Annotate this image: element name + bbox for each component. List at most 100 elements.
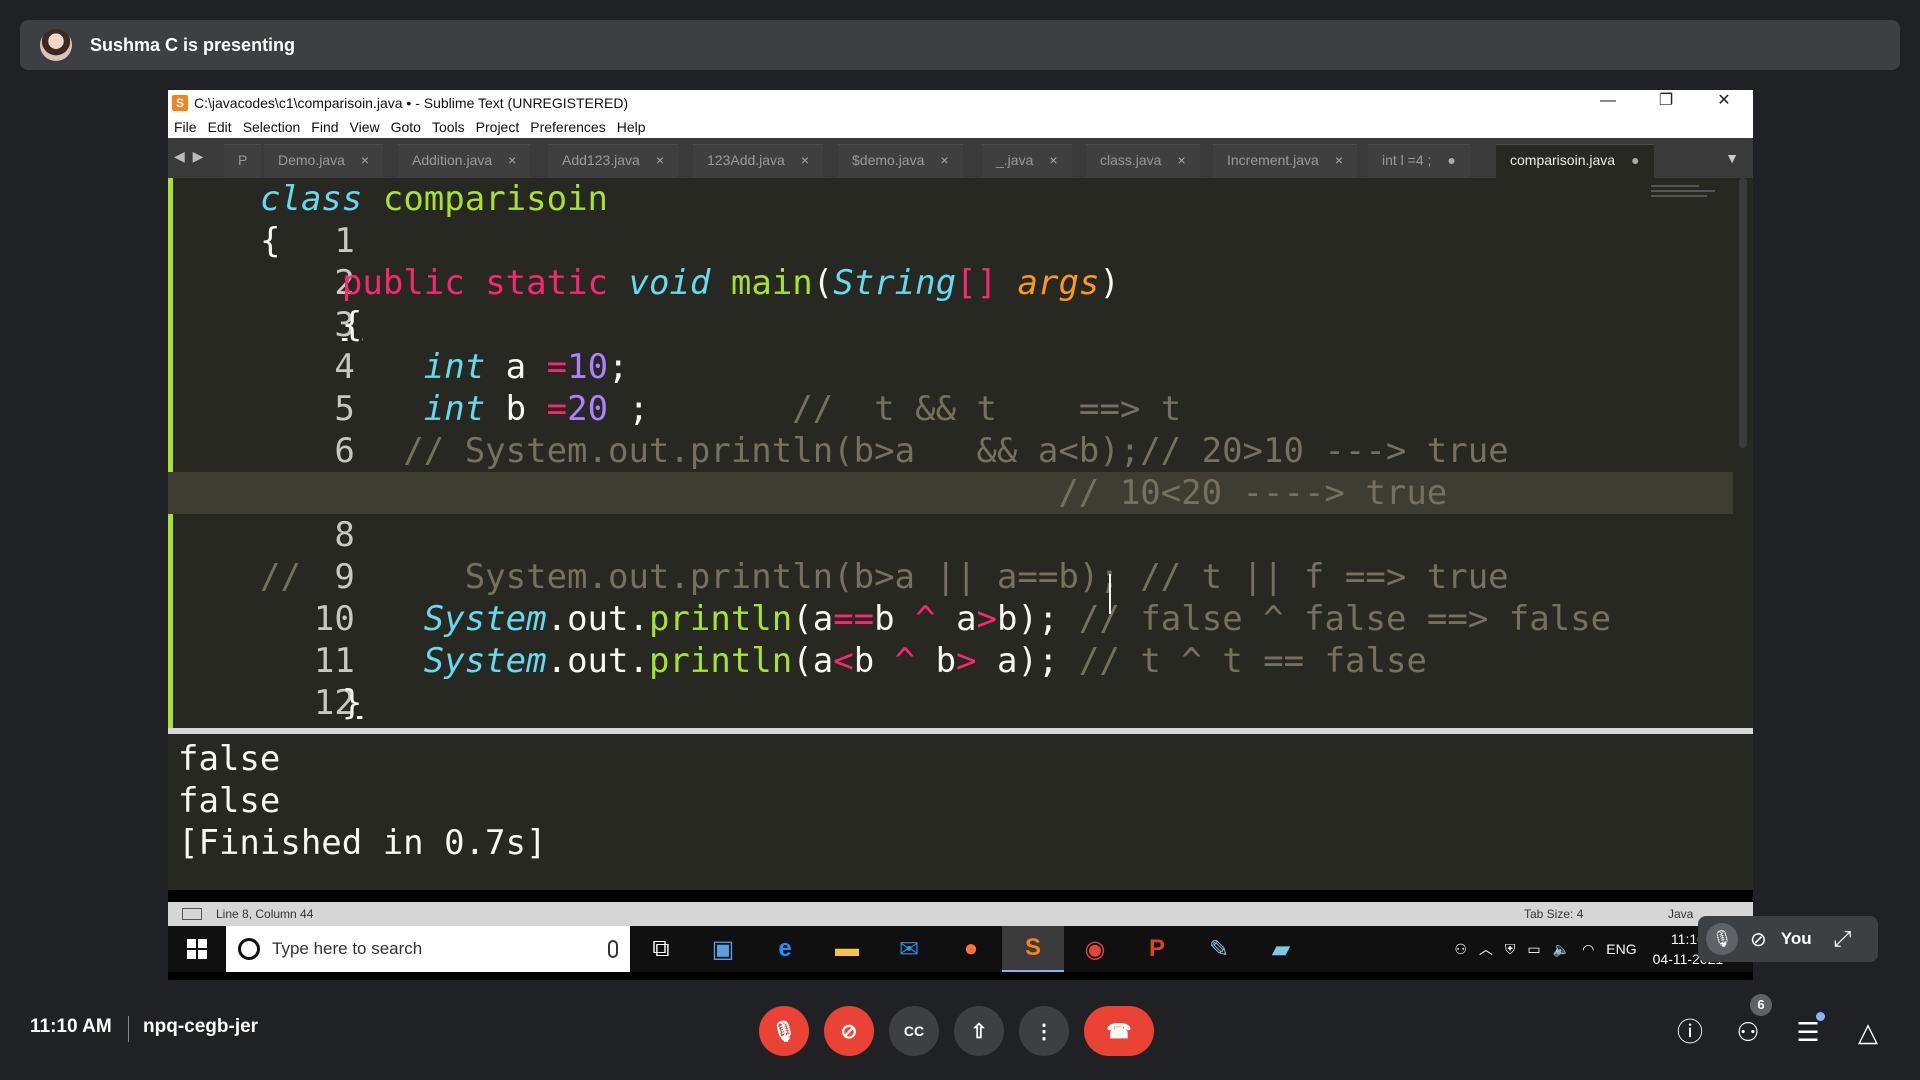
menu-goto[interactable]: Goto [391, 119, 421, 135]
panel-toggle-icon[interactable] [182, 908, 202, 920]
output-line: false [178, 781, 281, 821]
meeting-details-icon[interactable]: ⓘ [1670, 1012, 1710, 1052]
captions-button[interactable]: CC [889, 1006, 939, 1056]
code-line: 10 // System.out.println(b>a || a==b); /… [260, 557, 1509, 639]
tab-addition[interactable]: Addition.java × [398, 144, 531, 178]
mic-toggle-button[interactable]: 🎙 [759, 1006, 809, 1056]
restore-icon[interactable]: ❐ [1637, 90, 1695, 116]
windows-logo-icon [187, 939, 207, 959]
people-icon[interactable]: ⚇ [1728, 1012, 1768, 1052]
code-line: 7 // System.out.println(b>a && a<b);// 2… [168, 430, 1733, 513]
notes-icon[interactable]: ▰ [1250, 926, 1312, 972]
tab-scroll-arrows-icon[interactable]: ◀ ▶ [174, 148, 205, 165]
more-vert-icon: ⋮ [1034, 1020, 1054, 1043]
build-output-panel: false false [Finished in 0.7s] [168, 734, 1753, 890]
present-screen-icon: ⇧ [970, 1020, 988, 1043]
tab-comparisoin[interactable]: comparisoin.java ● [1496, 144, 1654, 178]
code-line: 9 [168, 514, 1733, 597]
search-placeholder: Type here to search [272, 939, 423, 958]
tab-close-icon: × [800, 152, 810, 168]
paint-icon[interactable]: ✎ [1188, 926, 1250, 972]
sublime-logo-icon: S [172, 95, 188, 111]
divider [128, 1016, 129, 1042]
present-button[interactable]: ⇧ [954, 1006, 1004, 1056]
tab-demo[interactable]: Demo.java × [264, 144, 384, 178]
tab-close-icon: × [1049, 152, 1058, 168]
tab-list-chevron-down-icon[interactable]: ▼ [1725, 150, 1739, 166]
camera-off-icon: ⊘ [1750, 928, 1767, 951]
store-icon[interactable]: ▣ [692, 926, 754, 972]
taskbar-search-box[interactable]: Type here to search [226, 926, 630, 972]
expand-icon[interactable]: ⤢ [1834, 926, 1852, 952]
chevron-up-icon[interactable]: ︿ [1479, 939, 1493, 959]
presenting-text: Sushma C is presenting [90, 34, 296, 55]
tab-increment[interactable]: Increment.java × [1213, 144, 1358, 178]
tab-int-l[interactable]: int l =4 ; ● [1368, 144, 1470, 178]
output-line: [Finished in 0.7s] [178, 823, 547, 863]
microphone-icon[interactable] [608, 940, 618, 958]
volume-icon[interactable]: 🔈 [1553, 941, 1570, 958]
tab-modified-dot-icon: ● [1447, 152, 1456, 168]
status-bar: Line 8, Column 44 Tab Size: 4 Java [168, 902, 1753, 926]
start-button[interactable] [168, 926, 226, 972]
menu-project[interactable]: Project [476, 119, 520, 135]
self-view-tile[interactable]: 🎙 ⊘ You ⤢ [1698, 916, 1878, 962]
code-line: 6 int b =20 ; // t && t ==> t [168, 388, 1733, 471]
battery-icon[interactable]: ▭ [1527, 941, 1540, 958]
self-label: You [1780, 929, 1812, 948]
presenter-avatar [40, 29, 72, 61]
task-view-icon[interactable]: ⧉ [630, 926, 692, 972]
edge-icon[interactable]: e [754, 926, 816, 972]
file-explorer-icon[interactable]: ▬ [816, 926, 878, 972]
sublime-taskbar-icon[interactable]: S [1002, 926, 1064, 972]
close-icon[interactable]: ✕ [1695, 90, 1753, 116]
code-editor[interactable]: 1 class comparisoin 2 { 3 public static … [168, 178, 1753, 765]
tab-close-icon: × [508, 152, 517, 168]
tab-size-selector[interactable]: Tab Size: 4 [1524, 902, 1583, 926]
hangup-icon: ☎ [1106, 1020, 1132, 1043]
tab-close-icon: × [360, 152, 370, 168]
code-line-current: 8 // 10<20 ----> true [168, 472, 1733, 555]
tab-class[interactable]: class.java × [1086, 144, 1200, 178]
shared-screen: S C:\javacodes\c1\comparisoin.java • - S… [168, 90, 1753, 980]
output-line: false [178, 739, 281, 779]
text-cursor [1109, 574, 1111, 614]
leave-call-button[interactable]: ☎ [1084, 1006, 1154, 1056]
menu-edit[interactable]: Edit [208, 119, 232, 135]
menu-tools[interactable]: Tools [432, 119, 465, 135]
mail-icon[interactable]: ✉ [878, 926, 940, 972]
chrome-icon[interactable]: ◉ [1064, 926, 1126, 972]
window-title: C:\javacodes\c1\comparisoin.java • - Sub… [194, 95, 629, 111]
meeting-code: npq-cegb-jer [143, 1016, 259, 1037]
people-icon[interactable]: ⚇ [1454, 941, 1467, 958]
menu-view[interactable]: View [350, 119, 380, 135]
more-options-button[interactable]: ⋮ [1019, 1006, 1069, 1056]
editor-scrollbar[interactable] [1739, 178, 1747, 448]
presenting-banner: Sushma C is presenting [20, 20, 1900, 70]
tab-add123[interactable]: Add123.java × [548, 144, 679, 178]
window-titlebar: S C:\javacodes\c1\comparisoin.java • - S… [168, 90, 1753, 116]
menu-help[interactable]: Help [617, 119, 646, 135]
code-line: 4 { [168, 304, 1733, 387]
menu-file[interactable]: File [174, 119, 197, 135]
security-icon[interactable]: ⛨ [1505, 941, 1516, 958]
firefox-icon[interactable]: ● [940, 926, 1002, 972]
syntax-selector[interactable]: Java [1668, 902, 1693, 926]
wifi-icon[interactable]: ◠ [1582, 941, 1594, 958]
minimize-icon[interactable]: — [1579, 90, 1637, 116]
menu-preferences[interactable]: Preferences [530, 119, 605, 135]
windows-taskbar: Type here to search ⧉ ▣ e ▬ ✉ ● S ◉ P ✎ … [168, 926, 1753, 972]
menu-selection[interactable]: Selection [243, 119, 301, 135]
chat-unread-dot [1816, 1012, 1825, 1021]
tab-bar: ◀ ▶ P Demo.java × Addition.java × Add123.j… [168, 138, 1753, 178]
tab-underscore[interactable]: _.java × [982, 144, 1072, 178]
powerpoint-icon[interactable]: P [1126, 926, 1188, 972]
language-indicator[interactable]: ENG [1606, 941, 1636, 957]
tab-p[interactable]: P [224, 144, 262, 178]
menu-find[interactable]: Find [311, 119, 338, 135]
activities-icon[interactable]: △ [1848, 1012, 1888, 1052]
code-line: 13 } [168, 682, 1733, 765]
camera-toggle-button[interactable]: ⊘ [824, 1006, 874, 1056]
tab-sdemo[interactable]: $demo.java × [838, 144, 963, 178]
tab-123add[interactable]: 123Add.java × [693, 144, 824, 178]
